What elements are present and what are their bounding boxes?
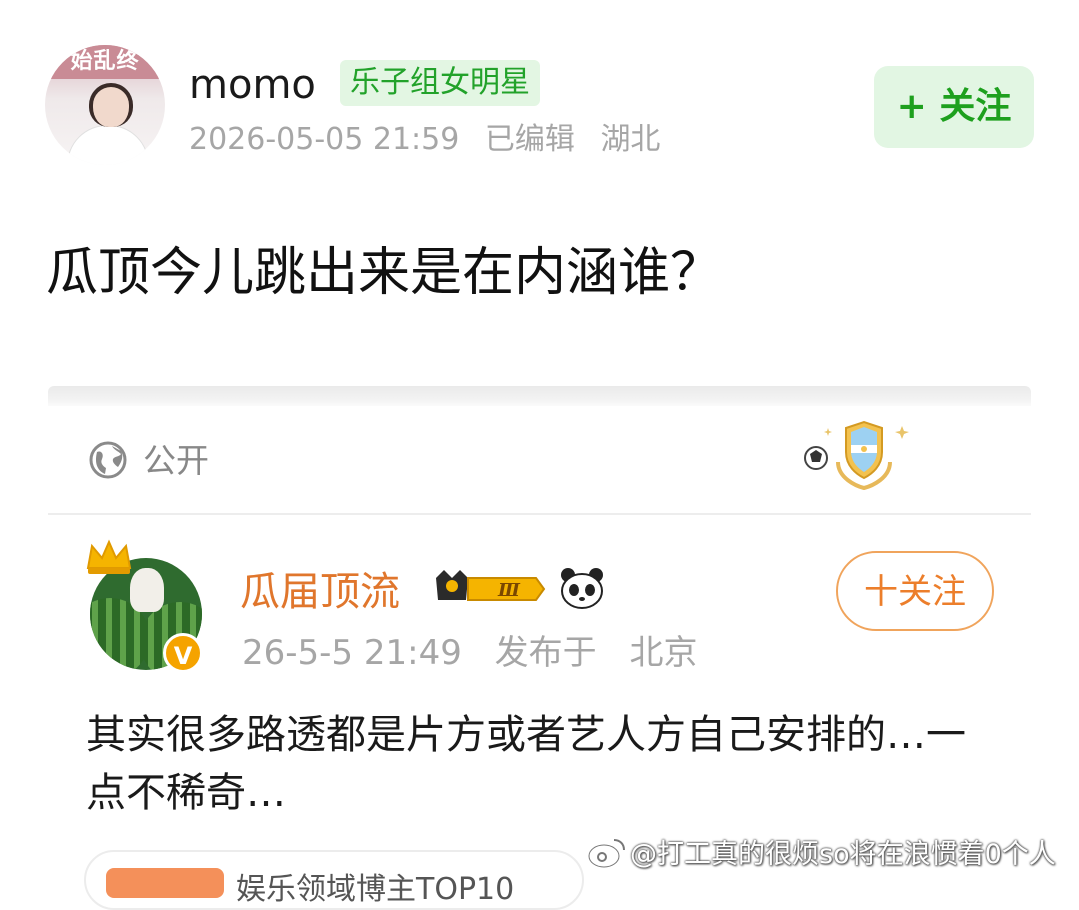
- section-divider-band: [48, 386, 1031, 406]
- author-username[interactable]: momo: [189, 60, 316, 110]
- embedded-post-location: 北京: [629, 633, 698, 673]
- verified-v-badge-icon: V: [163, 633, 203, 673]
- post-location: 湖北: [600, 122, 661, 157]
- post-meta: 2026-05-05 21:59 已编辑 湖北: [189, 120, 676, 160]
- author-tag-badge: 乐子组女明星: [340, 60, 540, 106]
- row-separator: [48, 513, 1031, 515]
- level-text: Ⅲ: [497, 580, 521, 601]
- embedded-published-label: 发布于: [494, 633, 597, 673]
- embedded-author-username[interactable]: 瓜届顶流: [240, 564, 400, 620]
- embedded-post-timestamp: 26-5-5 21:49: [242, 633, 462, 673]
- blogger-ranking-card[interactable]: 娱乐领域博主TOP10: [84, 850, 584, 910]
- post-title: 瓜顶今儿跳出来是在内涵谁？: [46, 243, 723, 303]
- ranking-pill: [106, 868, 224, 898]
- embedded-post-meta: 26-5-5 21:49 发布于 北京: [242, 630, 719, 676]
- football-shield-badge-icon: [804, 420, 909, 490]
- avatar-figure-head: [89, 83, 133, 127]
- panda-icon: [561, 568, 603, 609]
- author-avatar[interactable]: 始乱终: [45, 45, 165, 165]
- post-timestamp: 2026-05-05 21:59: [189, 122, 460, 157]
- globe-icon: [89, 441, 127, 479]
- ranking-text: 娱乐领域博主TOP10: [236, 872, 515, 907]
- embedded-follow-button[interactable]: 十关注: [836, 551, 994, 631]
- watermark-text: @打工真的很烦so将在浪惯着0个人: [630, 839, 1056, 870]
- avatar-figure-body: [67, 125, 149, 165]
- avatar-overlay-text: 始乱终: [45, 45, 165, 79]
- weibo-logo-icon: [587, 839, 625, 869]
- post-edited-label: 已编辑: [484, 122, 575, 157]
- embedded-post-content: 其实很多路透都是片方或者艺人方自己安排的…一点不稀奇…: [86, 712, 966, 816]
- follow-button[interactable]: + 关注: [874, 66, 1034, 148]
- visibility-label: 公开: [143, 441, 209, 480]
- crown-icon: [86, 539, 132, 574]
- crown-level-badge-icon: Ⅲ: [436, 570, 546, 601]
- avatar-cat: [130, 568, 164, 612]
